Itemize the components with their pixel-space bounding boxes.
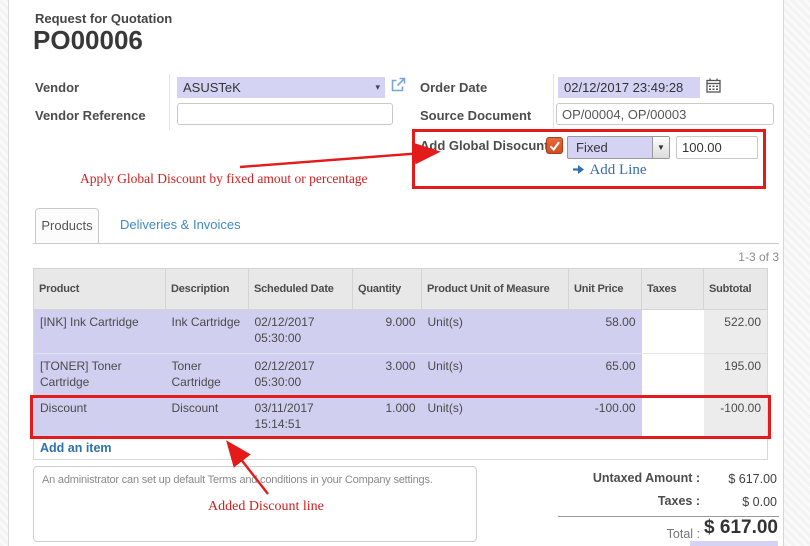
checkmark-icon <box>548 139 561 152</box>
page-edge-left <box>0 0 9 546</box>
add-line-label: Add Line <box>589 162 646 178</box>
global-discount-label: Add Global Disocunt <box>420 138 549 153</box>
source-document-label: Source Document <box>420 108 531 123</box>
discount-amount-input[interactable] <box>676 136 758 159</box>
order-lines-table: Product Description Scheduled Date Quant… <box>33 268 768 460</box>
terms-note-text: An administrator can set up default Term… <box>42 474 433 486</box>
col-header-quantity[interactable]: Quantity <box>353 269 422 310</box>
cell-unit-price[interactable]: 58.00 <box>569 310 642 354</box>
annotation-arrow-1 <box>240 152 436 167</box>
add-line-link[interactable]: Add Line <box>572 161 647 179</box>
col-header-taxes[interactable]: Taxes <box>642 269 704 310</box>
vendor-label: Vendor <box>35 80 79 95</box>
taxes-total-value: $ 0.00 <box>620 495 777 509</box>
global-discount-checkbox[interactable] <box>546 137 563 154</box>
vendor-reference-label: Vendor Reference <box>35 108 146 123</box>
cell-subtotal: -100.00 <box>704 398 768 437</box>
cell-description[interactable]: Toner Cartridge <box>166 354 249 398</box>
tabbar-divider <box>33 243 779 244</box>
chevron-down-icon[interactable]: ▾ <box>375 77 380 98</box>
col-header-description[interactable]: Description <box>166 269 249 310</box>
source-document-input[interactable] <box>556 103 774 125</box>
select-caret-icon[interactable]: ▼ <box>652 137 669 158</box>
vendor-value: ASUSTeK <box>177 77 385 98</box>
cell-quantity[interactable]: 1.000 <box>353 398 422 437</box>
table-row-toner-cartridge[interactable]: [TONER] Toner Cartridge Toner Cartridge … <box>34 354 768 398</box>
cell-description[interactable]: Discount <box>166 398 249 437</box>
document-number: PO00006 <box>33 25 143 56</box>
cell-product[interactable]: [INK] Ink Cartridge <box>34 310 166 354</box>
cell-subtotal: 195.00 <box>704 354 768 398</box>
add-line-arrow-icon <box>572 164 585 175</box>
cell-uom[interactable]: Unit(s) <box>422 398 569 437</box>
annotation-note-discount-line: Added Discount line <box>208 499 324 515</box>
cell-taxes[interactable] <box>642 398 704 437</box>
table-header-row: Product Description Scheduled Date Quant… <box>34 269 768 310</box>
list-pager[interactable]: 1-3 of 3 <box>580 250 779 264</box>
cell-unit-price[interactable]: -100.00 <box>569 398 642 437</box>
discount-type-select[interactable]: Fixed ▼ <box>567 136 670 159</box>
table-row-ink-cartridge[interactable]: [INK] Ink Cartridge Ink Cartridge 02/12/… <box>34 310 768 354</box>
tab-deliveries-invoices[interactable]: Deliveries & Invoices <box>120 208 241 243</box>
external-link-icon[interactable] <box>390 76 407 98</box>
col-header-uom[interactable]: Product Unit of Measure <box>422 269 569 310</box>
order-date-label: Order Date <box>420 80 487 95</box>
col-header-unit-price[interactable]: Unit Price <box>569 269 642 310</box>
cell-quantity[interactable]: 3.000 <box>353 354 422 398</box>
cell-subtotal: 522.00 <box>704 310 768 354</box>
document-type-title: Request for Quotation <box>35 11 172 26</box>
tab-products[interactable]: Products <box>35 208 99 243</box>
label-separator-right <box>553 74 554 128</box>
cell-product[interactable]: [TONER] Toner Cartridge <box>34 354 166 398</box>
rfq-form-page: Request for Quotation PO00006 Vendor ASU… <box>0 0 810 546</box>
total-value: $ 617.00 <box>620 517 778 539</box>
order-date-value: 02/12/2017 23:49:28 <box>558 77 700 98</box>
cell-quantity[interactable]: 9.000 <box>353 310 422 354</box>
cell-scheduled-date[interactable]: 02/12/2017 05:30:00 <box>249 310 353 354</box>
cell-unit-price[interactable]: 65.00 <box>569 354 642 398</box>
untaxed-amount-value: $ 617.00 <box>620 472 777 486</box>
cell-uom[interactable]: Unit(s) <box>422 354 569 398</box>
vendor-reference-input[interactable] <box>177 103 393 125</box>
col-header-scheduled-date[interactable]: Scheduled Date <box>249 269 353 310</box>
total-field-highlight <box>690 541 778 546</box>
cell-scheduled-date[interactable]: 02/12/2017 05:30:00 <box>249 354 353 398</box>
cell-product[interactable]: Discount <box>34 398 166 437</box>
table-row-discount[interactable]: Discount Discount 03/11/2017 15:14:51 1.… <box>34 398 768 437</box>
vendor-select[interactable]: ASUSTeK ▾ <box>177 77 385 98</box>
cell-taxes[interactable] <box>642 310 704 354</box>
page-edge-right <box>783 0 810 546</box>
cell-uom[interactable]: Unit(s) <box>422 310 569 354</box>
add-an-item-link[interactable]: Add an item <box>40 441 112 455</box>
add-item-row: Add an item <box>34 437 768 460</box>
calendar-icon[interactable] <box>706 78 721 98</box>
annotation-note-global-discount: Apply Global Discount by fixed amout or … <box>80 171 368 187</box>
cell-scheduled-date[interactable]: 03/11/2017 15:14:51 <box>249 398 353 437</box>
order-date-field[interactable]: 02/12/2017 23:49:28 <box>558 77 700 98</box>
cell-taxes[interactable] <box>642 354 704 398</box>
col-header-product[interactable]: Product <box>34 269 166 310</box>
col-header-subtotal[interactable]: Subtotal <box>704 269 768 310</box>
label-separator-left <box>169 74 170 130</box>
cell-description[interactable]: Ink Cartridge <box>166 310 249 354</box>
